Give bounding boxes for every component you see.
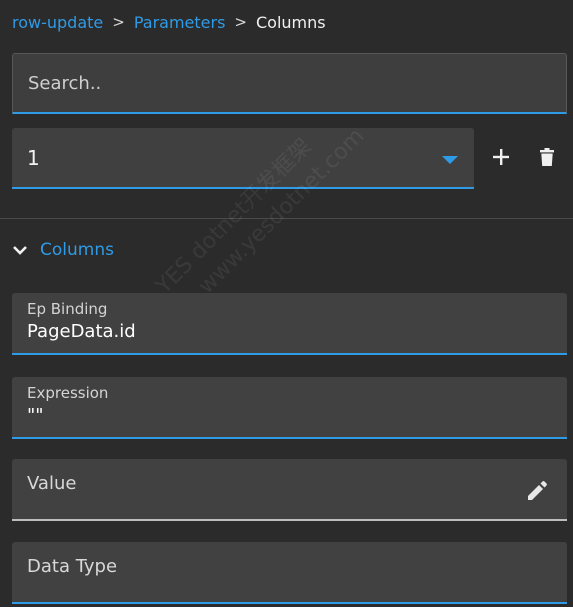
value-field[interactable]: Value [12,459,567,521]
parameter-select[interactable]: 1 [12,128,474,189]
breadcrumb-link-row-update[interactable]: row-update [12,13,103,32]
search-input[interactable] [28,72,566,94]
breadcrumb-link-parameters[interactable]: Parameters [134,13,226,32]
breadcrumb-separator: > [112,13,125,31]
delete-button[interactable] [532,142,562,172]
field-label: Expression [27,384,109,402]
expression-field[interactable]: Expression "" [12,377,567,439]
field-value: PageData.id [27,321,136,342]
breadcrumb-separator: > [234,13,247,31]
add-button[interactable] [486,142,516,172]
search-field[interactable] [12,53,567,114]
field-value: "" [27,405,44,426]
parameter-select-value: 1 [27,145,40,170]
field-label: Ep Binding [27,300,108,318]
columns-section-toggle[interactable]: Columns [12,236,114,264]
chevron-down-icon [12,244,28,256]
plus-icon [493,149,509,165]
trash-icon [540,148,554,166]
breadcrumb: row-update > Parameters > Columns [12,12,326,32]
ep-binding-field[interactable]: Ep Binding PageData.id [12,293,567,355]
field-label: Value [27,473,77,494]
edit-button[interactable] [525,479,549,503]
field-label: Data Type [27,556,118,577]
data-type-field[interactable]: Data Type [12,542,567,604]
breadcrumb-current: Columns [255,12,326,32]
section-title: Columns [40,240,114,260]
pencil-icon [528,481,547,500]
divider [0,218,573,219]
caret-down-icon [442,156,458,164]
